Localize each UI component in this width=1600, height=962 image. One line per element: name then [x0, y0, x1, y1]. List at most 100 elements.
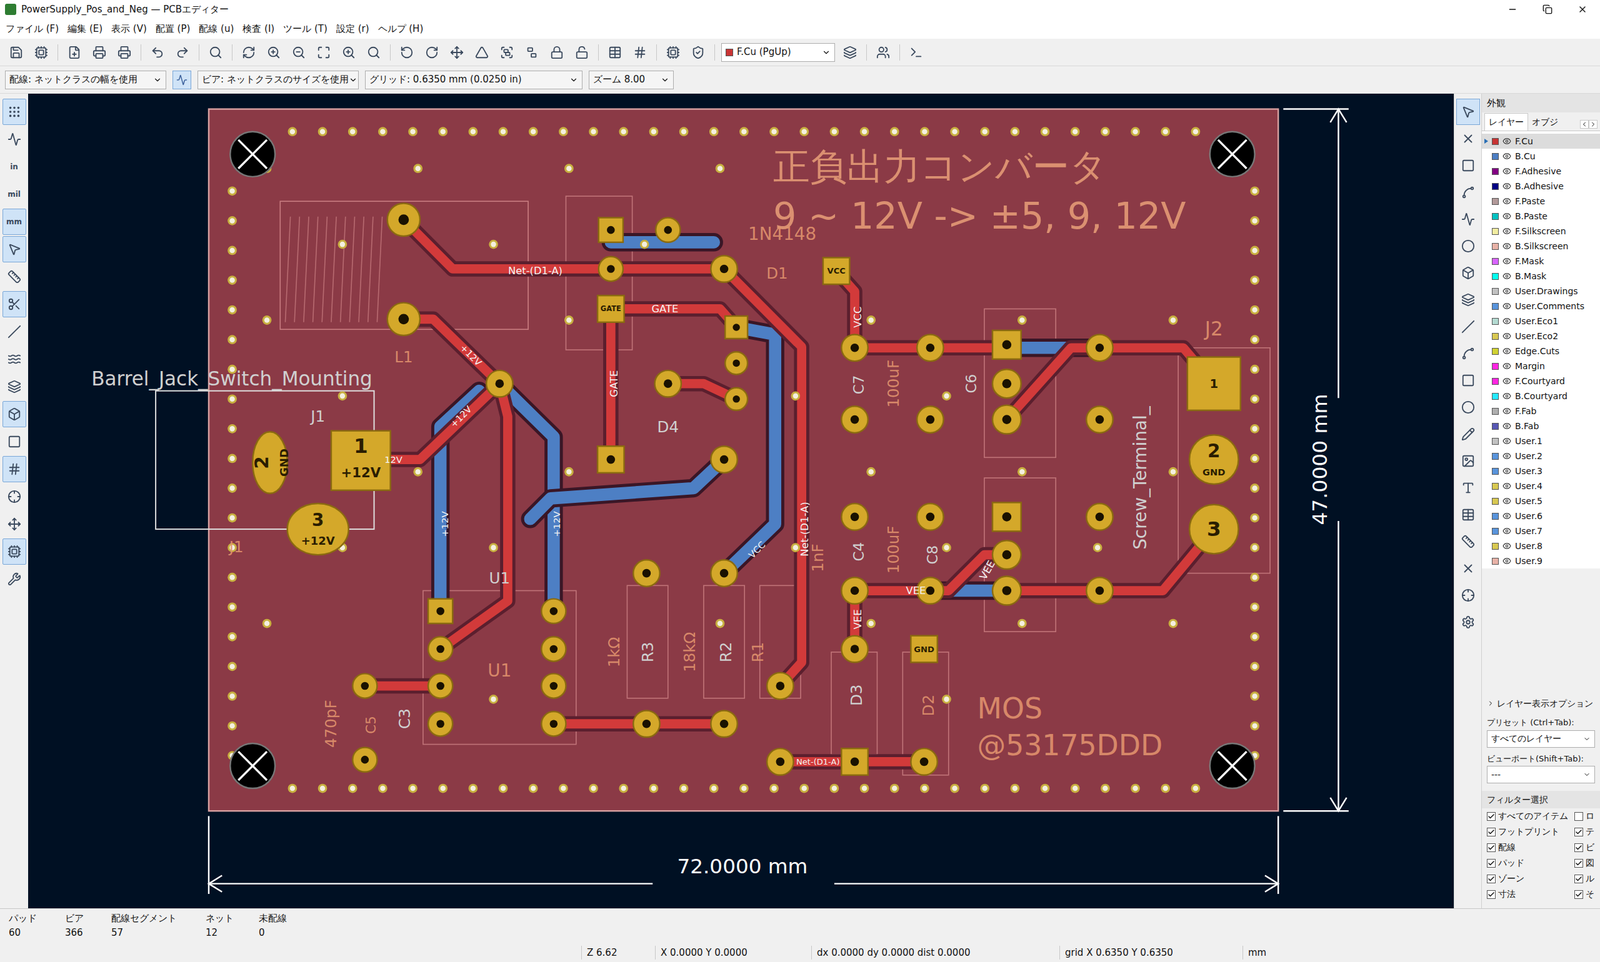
filter-checkbox[interactable]: フットプリント: [1486, 824, 1575, 840]
menu-item[interactable]: 設定 (r): [331, 21, 374, 37]
toolbar-button[interactable]: [238, 42, 259, 63]
eye-icon[interactable]: [1502, 406, 1512, 416]
toolbar-button[interactable]: [663, 42, 684, 63]
pad[interactable]: [598, 217, 624, 242]
auto-width-toggle[interactable]: [172, 70, 192, 90]
pad[interactable]: [766, 748, 794, 776]
pad[interactable]: [841, 334, 868, 362]
layer-row[interactable]: User.8: [1481, 538, 1600, 554]
toolbar-button[interactable]: [313, 42, 334, 63]
layer-row[interactable]: Margin: [1481, 358, 1600, 374]
layer-row[interactable]: User.Eco2: [1481, 328, 1600, 344]
left-tool-button[interactable]: [2, 538, 27, 565]
layer-select[interactable]: F.Cu (PgUp): [721, 43, 835, 62]
appearance-tab[interactable]: レイヤー: [1484, 113, 1529, 131]
right-tool-button[interactable]: [1456, 206, 1480, 233]
toolbar-button[interactable]: [521, 42, 542, 63]
right-tool-button[interactable]: [1456, 555, 1480, 582]
pad[interactable]: [710, 710, 737, 738]
pad[interactable]: [992, 576, 1022, 606]
left-tool-button[interactable]: in: [2, 153, 27, 180]
filter-checkbox[interactable]: 図: [1574, 855, 1600, 872]
pad[interactable]: [841, 406, 868, 434]
pad[interactable]: [710, 255, 737, 283]
layer-row[interactable]: B.Fab: [1481, 418, 1600, 434]
left-tool-button[interactable]: [2, 318, 27, 345]
layer-row[interactable]: B.Paste: [1481, 208, 1600, 224]
right-tool-button[interactable]: [1456, 179, 1480, 206]
eye-icon[interactable]: [1502, 466, 1512, 476]
tab-scroll-right[interactable]: [1588, 120, 1598, 129]
layer-row[interactable]: User.Drawings: [1481, 283, 1600, 299]
layer-row[interactable]: F.Paste: [1481, 193, 1600, 209]
menu-item[interactable]: 編集 (E): [63, 21, 107, 37]
eye-icon[interactable]: [1502, 376, 1512, 386]
pad[interactable]: [1086, 406, 1113, 434]
right-tool-button[interactable]: [1456, 313, 1480, 340]
pad[interactable]: [541, 673, 566, 699]
layer-row[interactable]: F.Mask: [1481, 253, 1600, 269]
pad[interactable]: [541, 636, 566, 662]
eye-icon[interactable]: [1502, 361, 1512, 371]
right-tool-button[interactable]: [1456, 233, 1480, 260]
toolbar-button[interactable]: [605, 42, 625, 63]
pad[interactable]: [633, 560, 660, 587]
layer-row[interactable]: B.Cu: [1481, 148, 1600, 164]
menu-item[interactable]: 配線 (u): [194, 21, 239, 37]
pad[interactable]: [633, 710, 660, 738]
layer-row[interactable]: Edge.Cuts: [1481, 343, 1600, 359]
right-tool-button[interactable]: [1456, 528, 1480, 555]
eye-icon[interactable]: [1502, 436, 1512, 446]
toolbar-button[interactable]: [840, 42, 860, 63]
filter-checkbox[interactable]: そ: [1574, 886, 1600, 903]
pad[interactable]: [387, 303, 420, 336]
right-tool-button[interactable]: [1456, 125, 1480, 152]
left-tool-button[interactable]: [2, 236, 27, 263]
pad[interactable]: [352, 673, 377, 699]
pad[interactable]: [841, 577, 868, 605]
right-tool-button[interactable]: [1456, 501, 1480, 529]
pad[interactable]: [486, 370, 513, 398]
filter-checkbox[interactable]: 配線: [1486, 840, 1575, 856]
pad[interactable]: [725, 351, 748, 375]
eye-icon[interactable]: [1502, 301, 1512, 311]
filter-checkbox[interactable]: パッド: [1486, 855, 1575, 872]
toolbar-button[interactable]: [446, 42, 467, 63]
toolbar-button[interactable]: [89, 42, 110, 63]
layer-row[interactable]: User.4: [1481, 478, 1600, 494]
canvas-panel[interactable]: 正負出力コンバータ9 ~ 12V -> ±5, 9, 12VMOS@53175D…: [28, 93, 1454, 909]
menu-item[interactable]: 検査 (I): [238, 21, 279, 37]
toolbar-button[interactable]: [64, 42, 85, 63]
eye-icon[interactable]: [1502, 556, 1512, 566]
layer-row[interactable]: F.Cu: [1481, 133, 1600, 149]
layer-row[interactable]: F.Fab: [1481, 403, 1600, 419]
left-tool-button[interactable]: [2, 346, 27, 373]
left-tool-button[interactable]: [2, 263, 27, 290]
pad[interactable]: [1086, 577, 1113, 605]
layer-row[interactable]: User.Comments: [1481, 298, 1600, 314]
layer-row[interactable]: F.Silkscreen: [1481, 223, 1600, 239]
eye-icon[interactable]: [1502, 346, 1512, 356]
pad[interactable]: [841, 503, 868, 531]
pad[interactable]: [428, 599, 453, 624]
pad[interactable]: [655, 217, 680, 242]
pad[interactable]: [710, 446, 737, 474]
pad[interactable]: [541, 599, 566, 624]
eye-icon[interactable]: [1502, 271, 1512, 281]
viewport-select[interactable]: ---: [1486, 766, 1595, 784]
right-tool-button[interactable]: [1456, 98, 1480, 125]
toolbar-button[interactable]: [421, 42, 442, 63]
filter-checkbox[interactable]: ビ: [1574, 840, 1600, 856]
left-tool-button[interactable]: [2, 428, 27, 455]
appearance-tab[interactable]: オブジ: [1528, 113, 1562, 131]
toolbar-button[interactable]: [546, 42, 567, 63]
toolbar-button[interactable]: [147, 42, 168, 63]
toolbar-button[interactable]: [31, 42, 52, 63]
menu-item[interactable]: ツール (T): [278, 21, 332, 37]
pad[interactable]: [910, 636, 937, 664]
toolbar-button[interactable]: [396, 42, 417, 63]
right-tool-button[interactable]: [1456, 394, 1480, 421]
pcb-canvas[interactable]: 正負出力コンバータ9 ~ 12V -> ±5, 9, 12VMOS@53175D…: [28, 93, 1454, 909]
toolbar-button[interactable]: [630, 42, 650, 63]
eye-icon[interactable]: [1502, 166, 1512, 176]
